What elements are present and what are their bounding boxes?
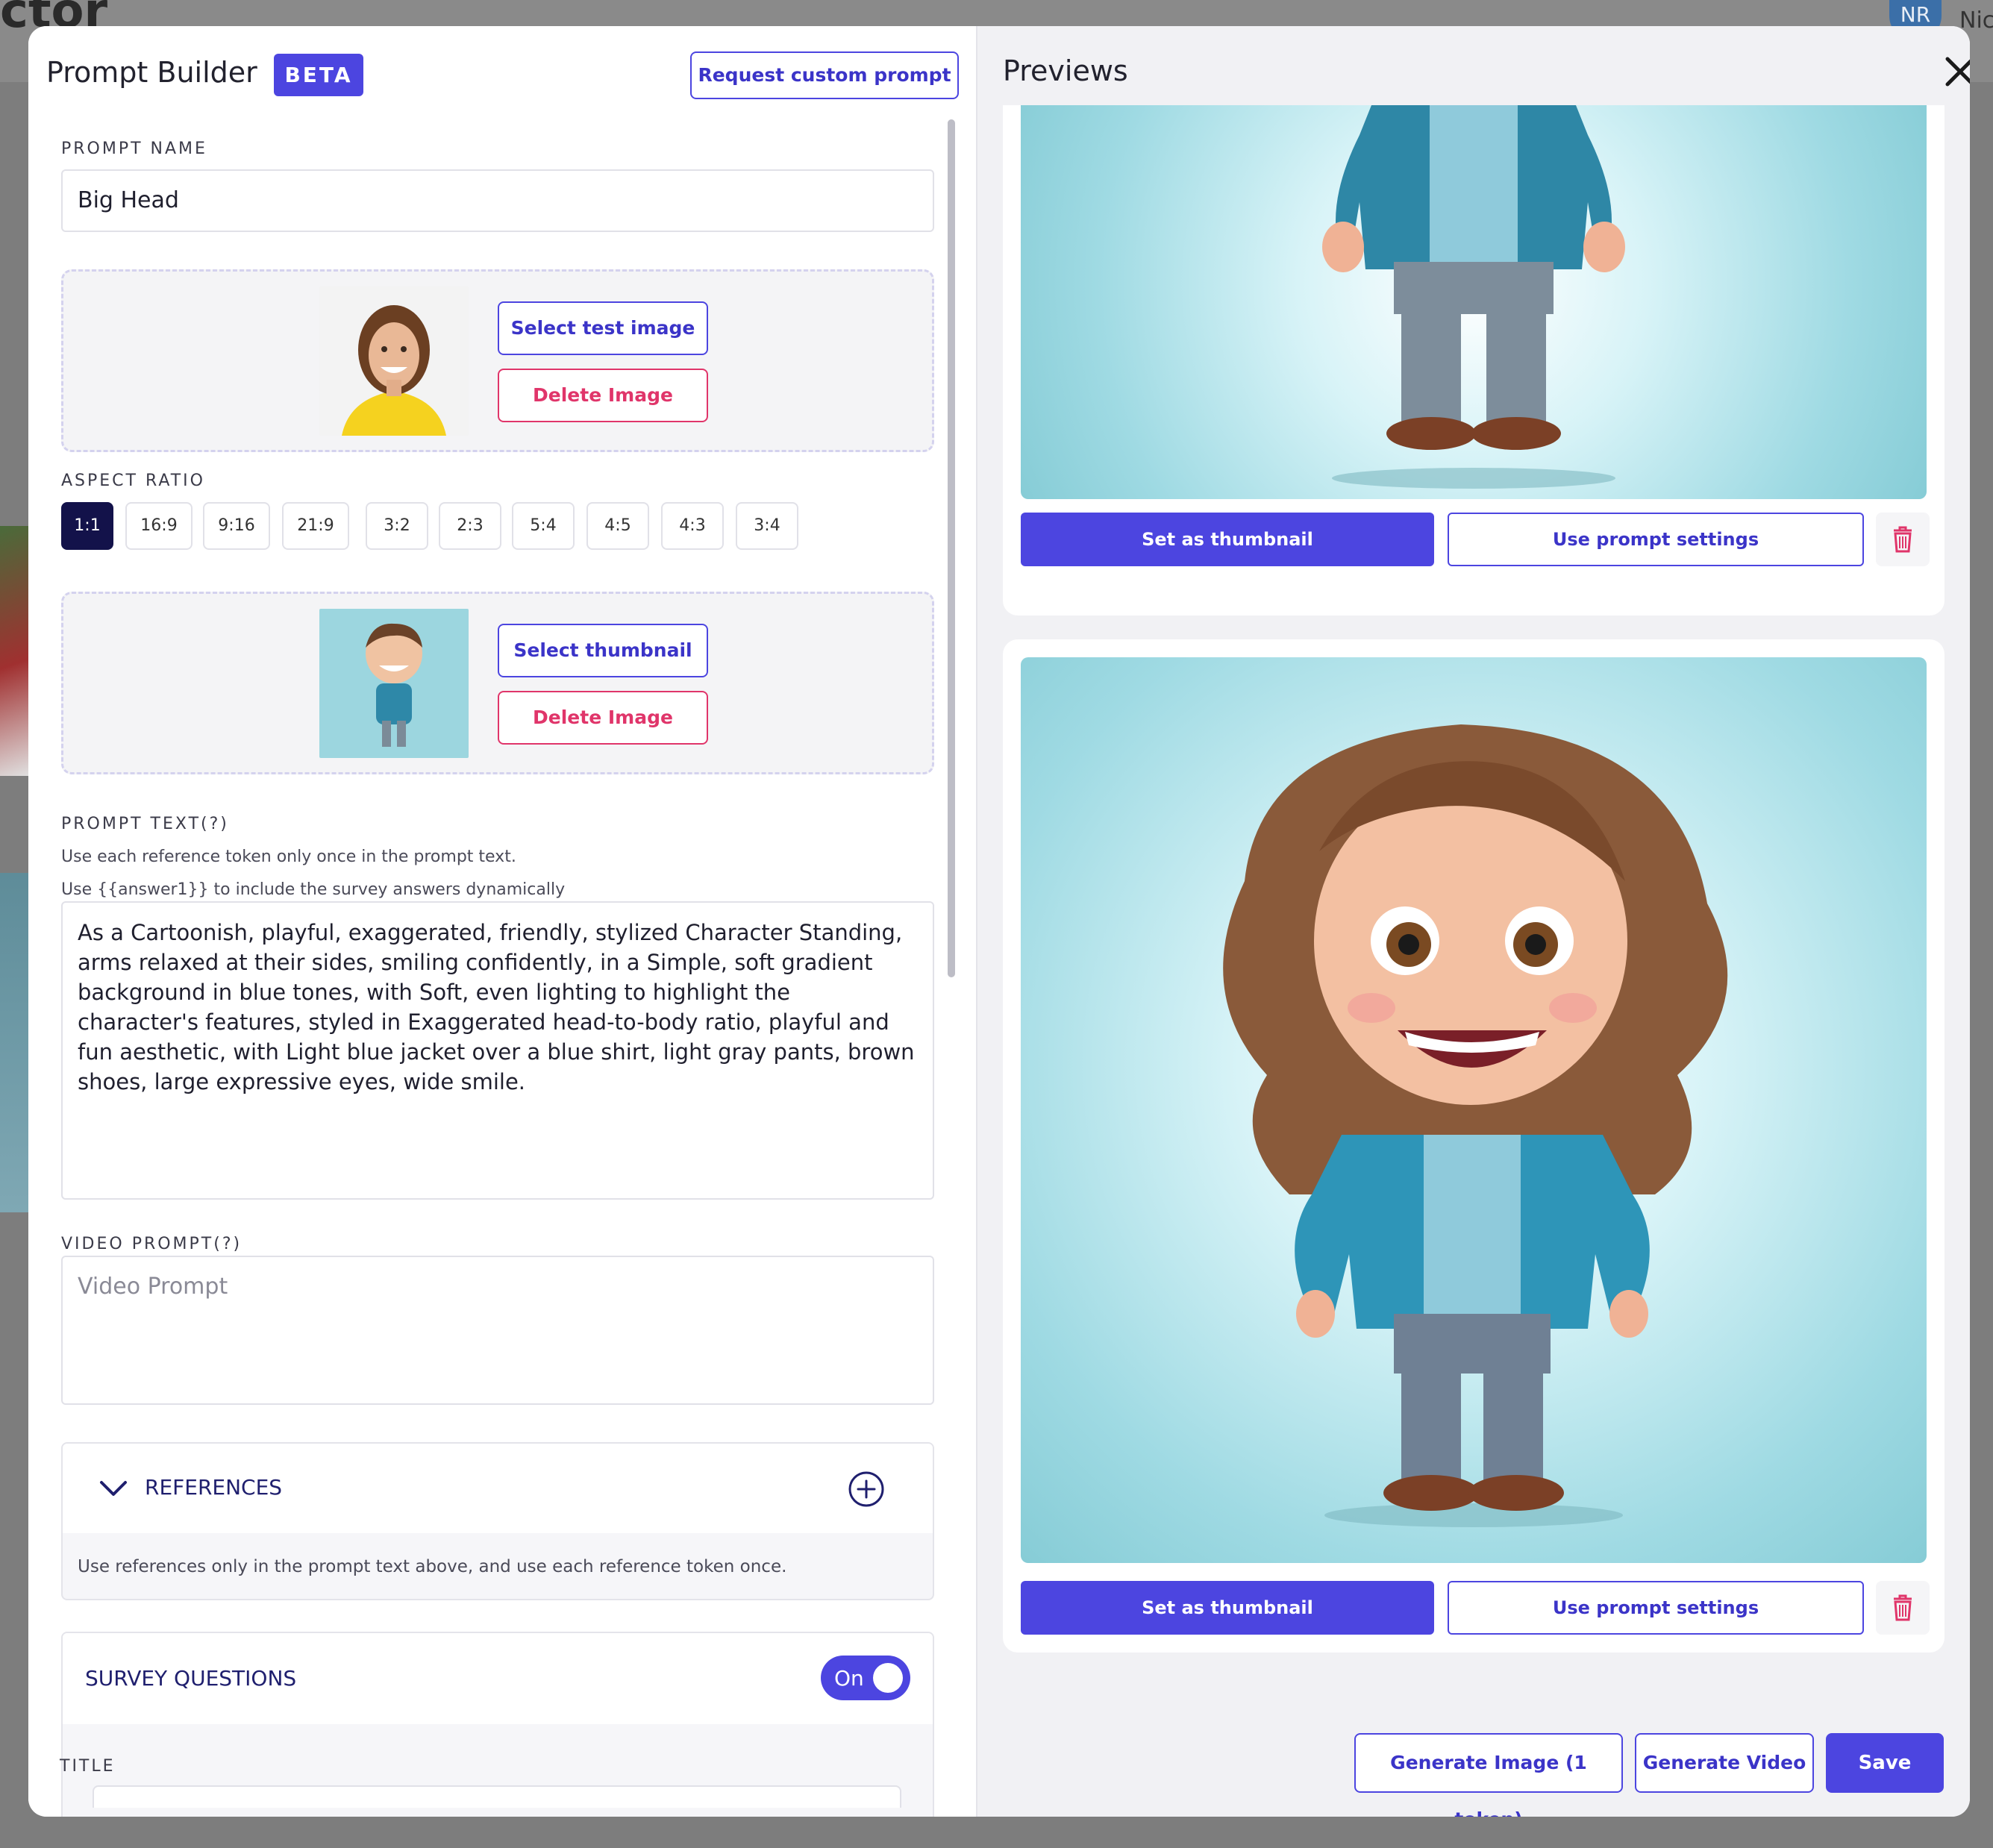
aspect-ratio-option[interactable]: 1:1: [61, 502, 113, 550]
aspect-ratio-option[interactable]: 5:4: [512, 502, 575, 550]
survey-title-input[interactable]: [93, 1785, 901, 1808]
preview-card: Set as thumbnail Use prompt settings: [1003, 639, 1944, 1653]
background-photo: [0, 526, 30, 776]
references-section: REFERENCES Use references only in the pr…: [61, 1442, 934, 1600]
panel-title: Prompt Builder: [46, 56, 257, 89]
prompt-builder-modal: Prompt Builder BETA Request custom promp…: [28, 26, 1970, 1817]
survey-header: SURVEY QUESTIONS On: [63, 1633, 933, 1724]
scrollbar[interactable]: [948, 119, 955, 977]
delete-test-image-button[interactable]: Delete Image: [498, 369, 708, 422]
preview-card: Set as thumbnail Use prompt settings: [1003, 105, 1944, 616]
aspect-ratio-option[interactable]: 16:9: [125, 502, 193, 550]
close-icon[interactable]: [1940, 51, 1970, 92]
aspect-ratio-option[interactable]: 21:9: [282, 502, 349, 550]
aspect-ratio-option[interactable]: 4:5: [586, 502, 649, 550]
use-prompt-settings-button[interactable]: Use prompt settings: [1448, 1581, 1864, 1635]
trash-icon: [1894, 526, 1912, 553]
preview-image[interactable]: [1021, 105, 1927, 499]
background-photo: [0, 873, 30, 1212]
delete-preview-button[interactable]: [1876, 1581, 1930, 1635]
prompt-hint: Use {{answer1}} to include the survey an…: [61, 880, 566, 899]
thumbnail-preview: [319, 609, 469, 758]
previews-panel: Previews Set as thumbnail Use prompt set…: [977, 26, 1970, 1817]
aspect-ratio-option[interactable]: 3:2: [366, 502, 428, 550]
select-thumbnail-button[interactable]: Select thumbnail: [498, 624, 708, 677]
add-reference-icon[interactable]: [848, 1470, 885, 1508]
thumbnail-dropzone: Select thumbnail Delete Image: [61, 592, 934, 774]
aspect-ratio-option[interactable]: 2:3: [439, 502, 501, 550]
select-test-image-button[interactable]: Select test image: [498, 301, 708, 355]
aspect-ratio-label: ASPECT RATIO: [61, 472, 205, 490]
references-note: Use references only in the prompt text a…: [78, 1557, 787, 1576]
test-image-dropzone: Select test image Delete Image: [61, 269, 934, 452]
chevron-down-icon[interactable]: [98, 1473, 128, 1503]
set-as-thumbnail-button[interactable]: Set as thumbnail: [1021, 513, 1434, 566]
test-image-preview: [319, 286, 469, 436]
survey-title-label: TITLE: [60, 1757, 116, 1776]
survey-toggle[interactable]: On: [821, 1656, 910, 1700]
toggle-knob: [873, 1663, 903, 1693]
trash-icon: [1894, 1594, 1912, 1621]
request-custom-prompt-button[interactable]: Request custom prompt: [690, 51, 959, 99]
beta-badge: BETA: [274, 54, 363, 96]
generate-video-button[interactable]: Generate Video: [1635, 1733, 1814, 1793]
preview-image[interactable]: [1021, 657, 1927, 1563]
references-title: REFERENCES: [145, 1475, 283, 1500]
video-prompt-area[interactable]: Video Prompt: [61, 1256, 934, 1405]
prompt-name-label: PROMPT NAME: [61, 140, 207, 158]
toggle-label: On: [834, 1666, 864, 1691]
aspect-ratio-option[interactable]: 9:16: [203, 502, 270, 550]
prompt-text-area[interactable]: As a Cartoonish, playful, exaggerated, f…: [61, 901, 934, 1200]
prompt-hint: Use each reference token only once in th…: [61, 848, 516, 866]
delete-preview-button[interactable]: [1876, 513, 1930, 566]
delete-thumbnail-button[interactable]: Delete Image: [498, 691, 708, 745]
previews-title: Previews: [1003, 54, 1128, 87]
references-header[interactable]: REFERENCES: [63, 1444, 933, 1533]
set-as-thumbnail-button[interactable]: Set as thumbnail: [1021, 1581, 1434, 1635]
survey-title: SURVEY QUESTIONS: [85, 1666, 297, 1691]
prompt-text-label: PROMPT TEXT(?): [61, 815, 229, 833]
aspect-ratio-option[interactable]: 3:4: [736, 502, 798, 550]
use-prompt-settings-button[interactable]: Use prompt settings: [1448, 513, 1864, 566]
generate-image-button[interactable]: Generate Image (1 token): [1354, 1733, 1623, 1817]
save-button[interactable]: Save: [1826, 1733, 1944, 1793]
prompt-name-input[interactable]: Big Head: [61, 169, 934, 232]
video-prompt-label: VIDEO PROMPT(?): [61, 1235, 243, 1253]
prompt-builder-panel: Prompt Builder BETA Request custom promp…: [28, 26, 977, 1817]
aspect-ratio-option[interactable]: 4:3: [661, 502, 724, 550]
